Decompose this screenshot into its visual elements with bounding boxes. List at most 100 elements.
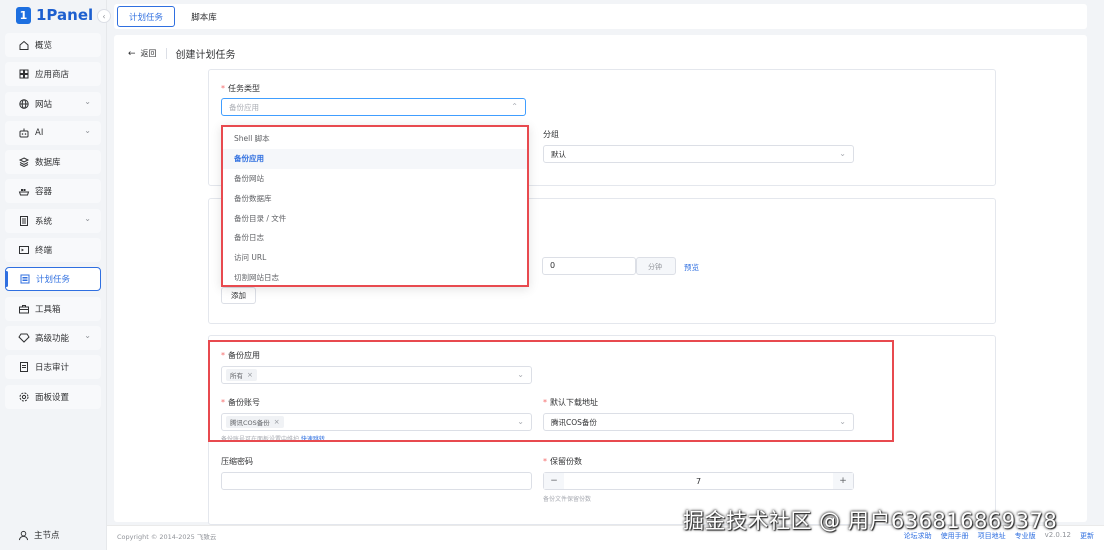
sidebar-item-label: 面板设置	[35, 392, 70, 403]
grid-icon	[18, 68, 30, 80]
chevron-down-icon: ⌄	[84, 96, 91, 106]
dropdown-option[interactable]: 备份目录 / 文件	[223, 208, 527, 228]
watermark: 掘金技术社区 @ 用户636816869378	[683, 509, 1058, 533]
dropdown-option[interactable]: 备份网站	[223, 169, 527, 189]
backup-account-hint: 备份账号可在面板设置中维护,快速跳转	[221, 436, 325, 443]
sidebar-item-8[interactable]: 计划任务	[5, 267, 101, 292]
globe-icon	[18, 98, 30, 110]
group-label: 分组	[543, 130, 559, 139]
tab-cron[interactable]: 计划任务	[117, 6, 175, 27]
terminal-icon	[18, 244, 30, 256]
logo[interactable]: 1 1Panel	[16, 5, 93, 25]
dropdown-option[interactable]: 备份日志	[223, 228, 527, 248]
chevron-down-icon: ⌄	[839, 149, 846, 158]
retain-copies-hint: 备份文件保留份数	[543, 496, 592, 503]
dropdown-option[interactable]: 访问 URL	[223, 248, 527, 268]
chevron-up-icon: ⌃	[511, 102, 518, 111]
close-icon[interactable]: ×	[274, 418, 280, 426]
task-type-select[interactable]: 备份应用 ⌃	[221, 98, 526, 116]
node-selector[interactable]: 主节点	[18, 529, 60, 541]
page-header: ← 返回 创建计划任务	[128, 46, 236, 61]
sidebar-item-label: 数据库	[35, 158, 61, 169]
back-arrow-icon[interactable]: ←	[128, 49, 136, 59]
sidebar-item-7[interactable]: 终端	[5, 238, 101, 263]
preview-link[interactable]: 预览	[684, 262, 699, 273]
chevron-down-icon: ⌄	[839, 417, 846, 426]
decrement-button[interactable]: −	[544, 473, 564, 489]
sidebar-item-10[interactable]: 高级功能 ⌄	[5, 325, 101, 350]
sidebar-item-label: 日志审计	[35, 363, 70, 374]
copyright: Copyright © 2014-2025 飞致云	[117, 533, 217, 541]
sidebar-item-4[interactable]: 数据库	[5, 150, 101, 175]
container-icon	[18, 185, 30, 197]
chevron-down-icon: ⌄	[517, 370, 524, 379]
dropdown-option[interactable]: 备份应用	[223, 148, 527, 169]
backup-app-select[interactable]: 所有 × ⌄	[221, 366, 532, 384]
group-select[interactable]: 默认 ⌄	[543, 145, 854, 163]
sidebar-item-label: 应用商店	[35, 70, 70, 81]
divider	[165, 48, 167, 59]
app-name: 1Panel	[36, 6, 94, 24]
chevron-down-icon: ⌄	[84, 213, 91, 223]
tab-script-library[interactable]: 脚本库	[184, 6, 224, 27]
sidebar-item-label: 系统	[35, 216, 53, 227]
update-link[interactable]: 更新	[1080, 531, 1094, 541]
retain-copies-label: * 保留份数	[543, 457, 582, 466]
sidebar-item-5[interactable]: 容器	[5, 179, 101, 204]
sidebar-item-2[interactable]: 网站 ⌄	[5, 91, 101, 116]
layers-icon	[18, 156, 30, 168]
backup-app-label: * 备份应用	[221, 351, 260, 360]
default-download-select[interactable]: 腾讯COS备份 ⌄	[543, 413, 854, 431]
sidebar-item-label: 高级功能	[35, 333, 70, 344]
close-icon[interactable]: ×	[247, 371, 253, 379]
user-icon	[18, 530, 29, 540]
sidebar: 1 1Panel 概览应用商店网站 ⌄ AI ⌄ 数据库容器系统 ⌄ 终端计划任务工具箱高级…	[0, 0, 107, 550]
dropdown-option[interactable]: 切割网站日志	[223, 268, 527, 288]
sidebar-item-6[interactable]: 系统 ⌄	[5, 208, 101, 233]
sidebar-item-label: 网站	[35, 99, 53, 110]
quick-jump-link[interactable]: 快速跳转	[301, 436, 325, 443]
page-title: 创建计划任务	[175, 50, 236, 61]
task-type-dropdown: Shell 脚本 备份应用 备份网站 备份数据库 备份目录 / 文件 备份日志 访问 URL…	[221, 125, 529, 287]
sidebar-item-label: 工具箱	[35, 304, 61, 315]
sidebar-item-3[interactable]: AI ⌄	[5, 120, 101, 145]
tab-bar: 计划任务 脚本库	[114, 4, 1087, 29]
gear-icon	[18, 391, 30, 403]
tag-cos-backup: 腾讯COS备份 ×	[226, 416, 284, 428]
increment-button[interactable]: +	[833, 473, 853, 489]
list-icon	[19, 273, 31, 285]
sidebar-item-9[interactable]: 工具箱	[5, 296, 101, 321]
document-icon	[18, 361, 30, 373]
add-button[interactable]: 添加	[221, 287, 256, 304]
sidebar-item-0[interactable]: 概览	[5, 33, 101, 57]
node-label: 主节点	[34, 531, 60, 541]
home-icon	[18, 39, 30, 51]
compress-password-input[interactable]	[221, 472, 532, 490]
dropdown-option[interactable]: Shell 脚本	[223, 129, 527, 149]
dropdown-option[interactable]: 备份数据库	[223, 188, 527, 208]
logo-icon: 1	[16, 6, 31, 24]
task-type-label: * 任务类型	[221, 84, 260, 93]
tag-all: 所有 ×	[226, 369, 257, 381]
sidebar-item-12[interactable]: 面板设置	[5, 384, 101, 409]
minute-unit: 分钟	[636, 257, 676, 275]
collapse-sidebar-button[interactable]: ‹	[97, 9, 111, 23]
toolbox-icon	[18, 303, 30, 315]
server-icon	[18, 215, 30, 227]
chevron-left-icon: ‹	[102, 11, 106, 21]
minute-input[interactable]: 0	[542, 257, 636, 275]
sidebar-item-11[interactable]: 日志审计	[5, 355, 101, 380]
retain-copies-stepper[interactable]: − 7 +	[543, 472, 854, 490]
default-download-label: * 默认下载地址	[543, 398, 598, 407]
retain-copies-value[interactable]: 7	[564, 473, 833, 489]
robot-icon	[18, 127, 30, 139]
backup-account-select[interactable]: 腾讯COS备份 × ⌄	[221, 413, 532, 431]
sidebar-item-label: AI	[35, 127, 44, 138]
back-link[interactable]: 返回	[141, 48, 157, 59]
diamond-icon	[18, 332, 30, 344]
compress-password-label: 压缩密码	[221, 457, 253, 466]
sidebar-item-label: 概览	[35, 41, 53, 51]
chevron-down-icon: ⌄	[84, 125, 91, 135]
sidebar-item-label: 终端	[35, 246, 53, 257]
sidebar-item-1[interactable]: 应用商店	[5, 62, 101, 87]
